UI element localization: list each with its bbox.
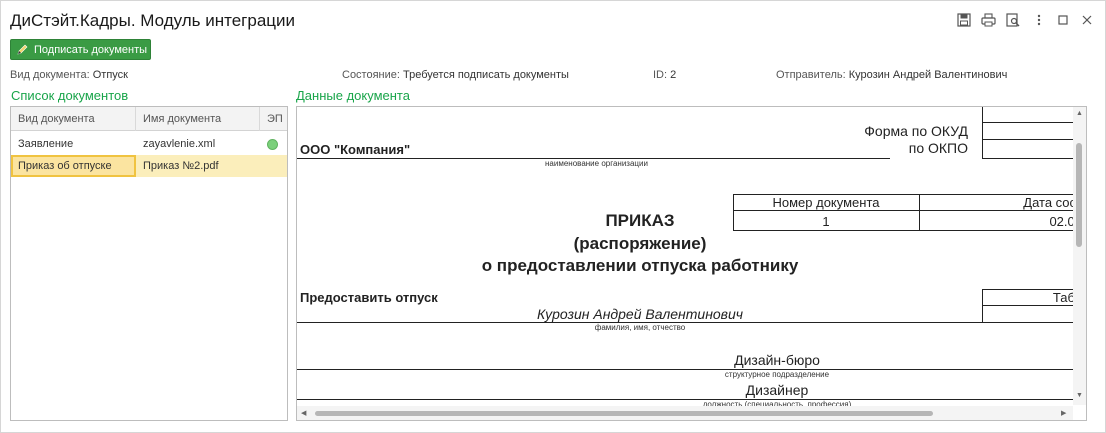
horizontal-scrollbar[interactable]: ◀ ▶ bbox=[297, 406, 1073, 420]
scroll-left-icon[interactable]: ◀ bbox=[301, 409, 306, 417]
sender-label: Отправитель: bbox=[776, 69, 846, 81]
sender-value: Курозин Андрей Валентинович bbox=[848, 69, 1008, 81]
department-caption: структурное подразделение bbox=[724, 370, 830, 379]
sender-info: Отправитель: Курозин Андрей Валентинович bbox=[776, 69, 1007, 81]
documents-list-title: Список документов bbox=[11, 88, 129, 103]
order-topic: о предоставлении отпуска работнику bbox=[481, 256, 799, 275]
save-icon[interactable] bbox=[955, 11, 973, 29]
column-doc-name[interactable]: Имя документа bbox=[136, 107, 260, 131]
document-data-title: Данные документа bbox=[296, 88, 410, 103]
okpo-label: по ОКПО bbox=[908, 140, 968, 156]
order-heading: ПРИКАЗ bbox=[605, 211, 675, 230]
organization-name: ООО "Компания" bbox=[300, 142, 411, 157]
sign-documents-button[interactable]: Подписать документы bbox=[10, 39, 151, 60]
okud-box-line bbox=[982, 139, 1073, 140]
okud-label: Форма по ОКУД bbox=[864, 123, 968, 139]
organization-caption: наименование организации bbox=[545, 159, 648, 168]
print-icon[interactable] bbox=[979, 11, 997, 29]
integration-window: ДиСтэйт.Кадры. Модуль интеграции Подписа… bbox=[0, 0, 1106, 433]
doc-type-value: Отпуск bbox=[92, 69, 128, 81]
employee-name: Курозин Андрей Валентинович bbox=[536, 306, 744, 322]
table-row[interactable]: Приказ об отпуске Приказ №2.pdf bbox=[11, 155, 287, 177]
horizontal-scroll-thumb[interactable] bbox=[315, 411, 933, 416]
tab-box-line bbox=[982, 322, 1073, 323]
scroll-up-icon[interactable]: ▲ bbox=[1076, 110, 1083, 117]
vertical-scrollbar[interactable]: ▲ ▼ bbox=[1073, 107, 1086, 405]
maximize-icon[interactable] bbox=[1054, 11, 1072, 29]
okud-box-line bbox=[982, 158, 1073, 159]
table-row[interactable]: Заявление zayavlenie.xml bbox=[11, 133, 287, 155]
id-label: ID: bbox=[653, 69, 668, 81]
document-preview[interactable]: Форма по ОКУД по ОКПО ООО "Компания" наи… bbox=[296, 106, 1087, 421]
okud-box-line bbox=[982, 122, 1073, 123]
row-doc-name: Приказ №2.pdf bbox=[143, 160, 219, 172]
column-signature[interactable]: ЭП bbox=[260, 107, 287, 131]
row-doc-name: zayavlenie.xml bbox=[143, 138, 216, 150]
vertical-scroll-thumb[interactable] bbox=[1076, 143, 1082, 247]
row-doc-type: Приказ об отпуске bbox=[11, 155, 136, 177]
sign-documents-label: Подписать документы bbox=[34, 43, 148, 56]
order-subheading: (распоряжение) bbox=[573, 234, 707, 253]
position-name: Дизайнер bbox=[745, 382, 809, 398]
tab-box-line bbox=[982, 305, 1073, 306]
more-icon[interactable] bbox=[1030, 11, 1048, 29]
grant-leave-label: Предоставить отпуск bbox=[300, 290, 438, 305]
close-icon[interactable] bbox=[1078, 11, 1096, 29]
id-value: 2 bbox=[670, 69, 677, 81]
state-info: Состояние: Требуется подписать документы bbox=[342, 69, 569, 81]
pen-icon bbox=[17, 44, 28, 55]
doc-number-header: Номер документа bbox=[772, 195, 880, 210]
department-name: Дизайн-бюро bbox=[734, 352, 820, 368]
state-value: Требуется подписать документы bbox=[403, 69, 569, 81]
scroll-right-icon[interactable]: ▶ bbox=[1061, 409, 1066, 417]
doc-type-label: Вид документа: bbox=[10, 69, 90, 81]
column-doc-type[interactable]: Вид документа bbox=[11, 107, 136, 131]
scroll-down-icon[interactable]: ▼ bbox=[1076, 392, 1083, 399]
table-header: Вид документа Имя документа ЭП bbox=[11, 107, 287, 131]
window-title: ДиСтэйт.Кадры. Модуль интеграции bbox=[10, 11, 296, 30]
state-label: Состояние: bbox=[342, 69, 400, 81]
documents-table[interactable]: Вид документа Имя документа ЭП Заявление… bbox=[10, 106, 288, 421]
okud-box-left bbox=[982, 107, 983, 159]
doc-type-info: Вид документа: Отпуск bbox=[10, 69, 128, 81]
row-doc-type: Заявление bbox=[18, 138, 74, 150]
id-info: ID: 2 bbox=[653, 69, 676, 81]
preview-icon[interactable] bbox=[1004, 11, 1022, 29]
employee-caption: фамилия, имя, отчество bbox=[594, 323, 686, 332]
signed-status-icon bbox=[267, 139, 278, 150]
